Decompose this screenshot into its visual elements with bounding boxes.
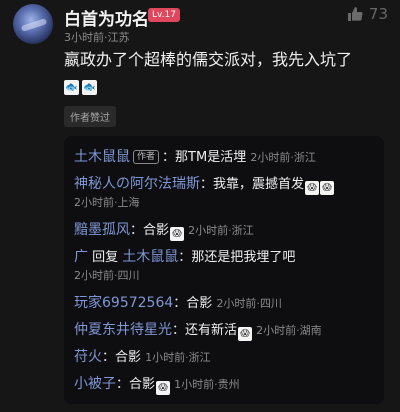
level-badge: Lv.17	[148, 8, 180, 22]
emoji-sticker-icon: 🐟	[82, 80, 97, 95]
author-liked-badge: 作者赞过	[64, 106, 116, 127]
reply-username[interactable]: 仲夏东井待星光	[74, 322, 172, 338]
author-tag: 作者	[133, 150, 160, 164]
reply-username[interactable]: 神秘人の阿尔法瑞斯	[74, 176, 200, 192]
reply-colon: ：	[173, 296, 187, 311]
reply-location: 浙江	[188, 351, 211, 364]
reply-text: 我靠，震撼首发	[213, 177, 305, 192]
reply-item[interactable]: 仲夏东井待星光：还有新活 😱 2小时前·湖南	[74, 321, 378, 341]
reply-time: 2小时前	[188, 224, 229, 237]
reply-meta: 2小时前·四川	[74, 267, 378, 285]
reply-username[interactable]: 小被子	[74, 376, 116, 392]
reply-time: 2小时前	[216, 297, 257, 310]
reply-word: 回复	[92, 250, 119, 265]
reply-text: 合影	[129, 377, 156, 392]
reply-colon: ：	[162, 150, 176, 165]
reply-item[interactable]: 神秘人の阿尔法瑞斯：我靠，震撼首发 😱 😱	[74, 175, 378, 195]
post-text: 嬴政办了个超棒的儒交派对，我先入坑了	[64, 50, 353, 69]
reply-item[interactable]: 土木鼠鼠 作者 ：那TM是活埋 2小时前·浙江	[74, 148, 378, 167]
reply-item[interactable]: 黯墨孤风：合影 😱 2小时前·浙江	[74, 221, 378, 241]
like-button[interactable]: 73	[347, 5, 388, 23]
reply-text: 那还是把我埋了吧	[191, 250, 296, 265]
reply-location: 上海	[117, 196, 140, 209]
reply-time: 1小时前	[174, 378, 215, 391]
emoji-sticker-icon: 😱	[320, 181, 335, 195]
reply-item[interactable]: 玩家69572564：合影 2小时前·四川	[74, 294, 378, 313]
emoji-sticker-icon: 🐟	[64, 80, 79, 95]
reply-time: 2小时前	[74, 196, 114, 209]
reply-time: 1小时前	[145, 351, 186, 364]
reply-text: 合影	[115, 350, 142, 365]
reply-location: 贵州	[217, 378, 240, 391]
reply-colon: ：	[102, 350, 116, 365]
reply-time: 2小时前	[250, 151, 291, 164]
reply-text: 那TM是活埋	[175, 150, 247, 165]
reply-text: 还有新活	[185, 323, 238, 338]
reply-location: 四川	[259, 297, 282, 310]
post-time: 3小时前	[64, 31, 104, 44]
reply-time: 2小时前	[256, 324, 297, 337]
reply-colon: ：	[116, 377, 130, 392]
post-username[interactable]: 白首为功名	[64, 5, 149, 30]
reply-location: 浙江	[231, 224, 254, 237]
thumbs-up-icon	[347, 6, 363, 22]
reply-username[interactable]: 土木鼠鼠	[74, 149, 130, 165]
avatar[interactable]	[13, 4, 53, 44]
post-meta: 3小时前·江苏	[64, 29, 130, 45]
emoji-sticker-icon: 😱	[170, 227, 185, 241]
reply-list: 土木鼠鼠 作者 ：那TM是活埋 2小时前·浙江 神秘人の阿尔法瑞斯：我靠，震撼首发 😱…	[64, 136, 384, 404]
reply-meta: 2小时前·上海	[74, 194, 378, 212]
reply-text: 合影	[143, 223, 170, 238]
reply-time: 2小时前	[74, 269, 114, 282]
reply-colon: ：	[130, 223, 144, 238]
emoji-sticker-icon: 😱	[238, 327, 253, 341]
reply-item[interactable]: 广 回复 土木鼠鼠：那还是把我埋了吧	[74, 248, 378, 267]
reply-item[interactable]: 苻火：合影 1小时前·浙江	[74, 348, 378, 367]
post-location: 江苏	[107, 31, 130, 44]
reply-colon: ：	[178, 250, 192, 265]
reply-username[interactable]: 苻火	[74, 349, 102, 365]
reply-location: 湖南	[299, 324, 322, 337]
reply-to-username[interactable]: 土木鼠鼠	[122, 249, 178, 265]
reply-colon: ：	[200, 177, 214, 192]
reply-item[interactable]: 小被子：合影 😱 1小时前·贵州	[74, 375, 378, 395]
post-emojis: 🐟 🐟	[64, 80, 97, 95]
like-count: 73	[368, 5, 388, 23]
reply-text: 合影	[186, 296, 213, 311]
emoji-sticker-icon: 😱	[305, 181, 320, 195]
reply-username[interactable]: 广	[74, 249, 88, 265]
reply-colon: ：	[172, 323, 186, 338]
reply-location: 浙江	[293, 151, 316, 164]
reply-location: 四川	[117, 269, 140, 282]
reply-username[interactable]: 玩家69572564	[74, 295, 173, 311]
reply-username[interactable]: 黯墨孤风	[74, 222, 130, 238]
emoji-sticker-icon: 😱	[156, 381, 171, 395]
